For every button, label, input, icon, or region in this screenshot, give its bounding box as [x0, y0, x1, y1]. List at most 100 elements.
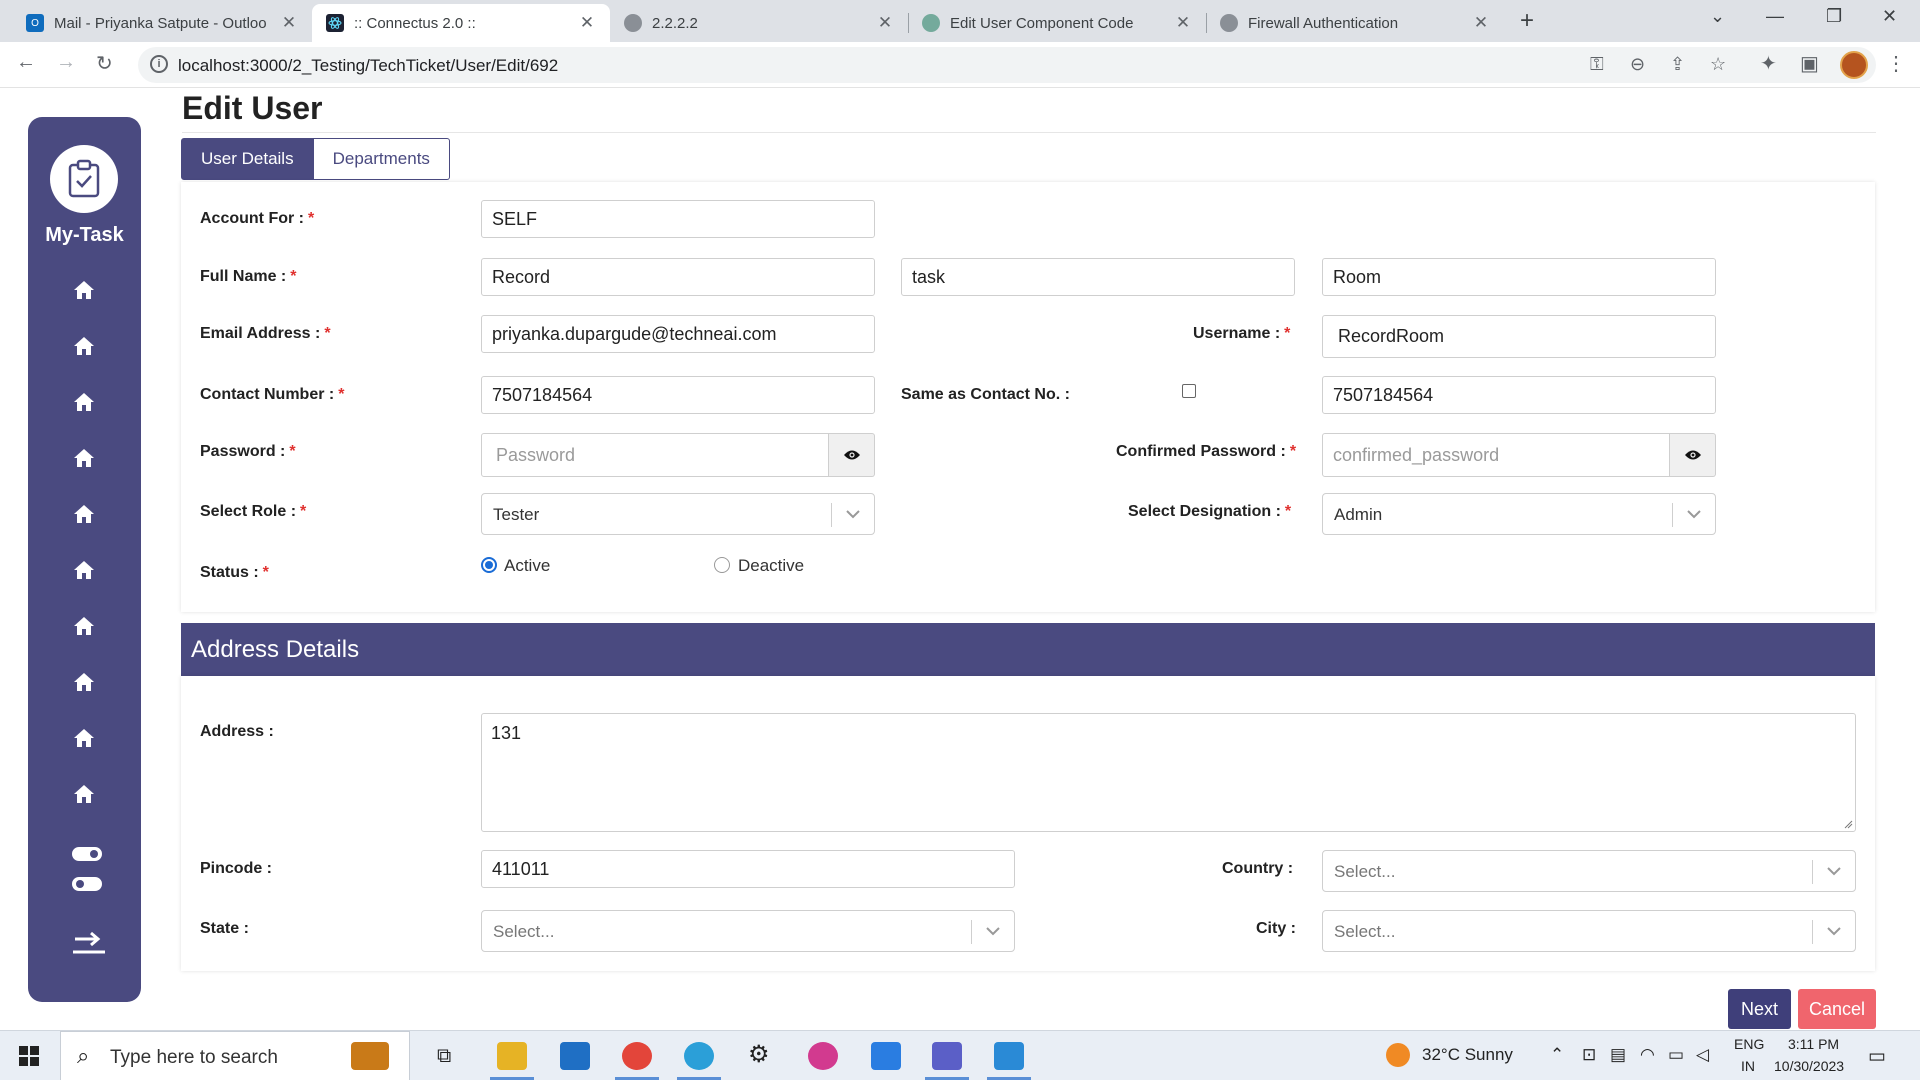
username-input[interactable]: RecordRoom [1322, 315, 1716, 358]
home-icon[interactable] [70, 334, 98, 358]
reload-icon[interactable]: ↻ [96, 51, 113, 76]
close-icon[interactable]: ✕ [1174, 13, 1192, 33]
home-icon[interactable] [70, 502, 98, 526]
country-select[interactable]: Select... [1322, 850, 1856, 892]
menu-kebab-icon[interactable]: ⋮ [1886, 51, 1906, 76]
tab-user-details[interactable]: User Details [181, 138, 314, 180]
contact-number-input[interactable]: 7507184564 [481, 376, 875, 414]
password-input[interactable]: Password [481, 433, 829, 477]
show-password-eye-icon[interactable] [829, 433, 875, 477]
site-info-icon[interactable]: i [150, 55, 168, 73]
settings-gear-icon[interactable]: ⚙ [748, 1040, 770, 1069]
briefcase-icon[interactable] [351, 1042, 389, 1070]
browser-tab-chatgpt[interactable]: Edit User Component Code ✕ [908, 4, 1206, 42]
alternate-contact-input[interactable]: 7507184564 [1322, 376, 1716, 414]
home-icon[interactable] [70, 782, 98, 806]
zoom-icon[interactable]: ⊖ [1630, 54, 1645, 75]
chevron-down-icon[interactable] [983, 921, 1003, 941]
logout-icon[interactable] [71, 927, 107, 955]
wifi-icon[interactable]: ◠ [1640, 1045, 1655, 1065]
status-deactive-radio[interactable] [714, 557, 730, 573]
side-panel-icon[interactable]: ▣ [1800, 51, 1819, 76]
designation-select[interactable]: Admin [1322, 493, 1716, 535]
notifications-icon[interactable]: ▭ [1868, 1045, 1886, 1068]
profile-avatar[interactable] [1840, 51, 1868, 79]
file-explorer-icon[interactable] [497, 1042, 527, 1070]
back-icon[interactable]: ← [16, 51, 36, 74]
confirmed-password-input[interactable]: confirmed_password [1322, 433, 1670, 477]
taskbar-search-box[interactable]: ⌕ Type here to search [60, 1031, 410, 1080]
theme-toggle-icon[interactable] [72, 847, 102, 861]
dbeaver-icon[interactable] [871, 1042, 901, 1070]
mail-icon[interactable] [560, 1042, 590, 1070]
url-text[interactable]: localhost:3000/2_Testing/TechTicket/User… [178, 56, 558, 76]
middle-name-input[interactable]: task [901, 258, 1295, 296]
browser-tab-firewall[interactable]: Firewall Authentication ✕ [1206, 4, 1504, 42]
status-active-label[interactable]: Active [504, 556, 550, 576]
forward-icon[interactable]: → [56, 51, 76, 74]
chevron-down-icon[interactable] [1684, 504, 1704, 524]
resize-grip-icon[interactable] [1843, 819, 1853, 829]
close-window-icon[interactable]: ✕ [1882, 6, 1897, 27]
share-icon[interactable]: ⇪ [1670, 54, 1685, 75]
close-icon[interactable]: ✕ [280, 13, 298, 33]
home-icon[interactable] [70, 614, 98, 638]
city-select[interactable]: Select... [1322, 910, 1856, 952]
home-icon[interactable] [70, 446, 98, 470]
camera-icon[interactable]: ⊡ [1582, 1045, 1596, 1065]
weather-text[interactable]: 32°C Sunny [1422, 1045, 1513, 1065]
clock-date[interactable]: 10/30/2023 [1774, 1058, 1844, 1074]
same-as-contact-checkbox[interactable] [1182, 384, 1196, 398]
wps-icon[interactable] [808, 1042, 838, 1070]
extensions-icon[interactable]: ✦ [1760, 51, 1777, 76]
teams-icon[interactable] [932, 1042, 962, 1070]
new-tab-icon[interactable]: + [1520, 7, 1534, 35]
theme-toggle-icon[interactable] [72, 877, 102, 891]
task-view-icon[interactable]: ⧉ [437, 1045, 451, 1068]
restore-icon[interactable]: ❐ [1826, 6, 1842, 27]
bookmark-star-icon[interactable]: ☆ [1710, 54, 1726, 75]
windows-start-icon[interactable] [19, 1046, 39, 1071]
vscode-icon[interactable] [994, 1042, 1024, 1070]
address-textarea[interactable]: 131 [481, 713, 1856, 832]
chevron-down-icon[interactable] [1824, 861, 1844, 881]
browser-tab-ip[interactable]: 2.2.2.2 ✕ [610, 4, 908, 42]
state-select[interactable]: Select... [481, 910, 1015, 952]
close-icon[interactable]: ✕ [1472, 13, 1490, 33]
tab-departments[interactable]: Departments [313, 138, 450, 180]
edge-icon[interactable] [684, 1042, 714, 1070]
first-name-input[interactable]: Record [481, 258, 875, 296]
close-icon[interactable]: ✕ [578, 13, 596, 33]
status-active-radio[interactable] [481, 557, 497, 573]
last-name-input[interactable]: Room [1322, 258, 1716, 296]
browser-tab-outlook[interactable]: O Mail - Priyanka Satpute - Outloo ✕ [12, 4, 312, 42]
email-input[interactable]: priyanka.dupargude@techneai.com [481, 315, 875, 353]
status-deactive-label[interactable]: Deactive [738, 556, 804, 576]
chevron-down-icon[interactable] [843, 504, 863, 524]
home-icon[interactable] [70, 278, 98, 302]
cancel-button[interactable]: Cancel [1798, 989, 1876, 1029]
account-for-input[interactable]: SELF [481, 200, 875, 238]
clock-time[interactable]: 3:11 PM [1788, 1036, 1839, 1052]
home-icon[interactable] [70, 726, 98, 750]
close-icon[interactable]: ✕ [876, 13, 894, 33]
battery-icon[interactable]: ▭ [1668, 1045, 1684, 1065]
volume-icon[interactable]: ◁ [1696, 1045, 1709, 1065]
language-text[interactable]: ENG [1734, 1036, 1764, 1052]
home-icon[interactable] [70, 390, 98, 414]
key-icon[interactable]: ⚿ [1590, 54, 1604, 75]
chevron-up-icon[interactable]: ⌃ [1550, 1045, 1564, 1065]
next-button[interactable]: Next [1728, 989, 1791, 1029]
role-select[interactable]: Tester [481, 493, 875, 535]
show-confirmed-password-eye-icon[interactable] [1670, 433, 1716, 477]
browser-tab-connectus[interactable]: :: Connectus 2.0 :: ✕ [312, 4, 610, 42]
tab-search-icon[interactable]: ⌄ [1710, 6, 1725, 27]
region-text[interactable]: IN [1741, 1058, 1755, 1074]
minimize-icon[interactable]: — [1766, 6, 1784, 27]
home-icon[interactable] [70, 670, 98, 694]
pincode-input[interactable]: 411011 [481, 850, 1015, 888]
chrome-icon[interactable] [622, 1042, 652, 1070]
display-icon[interactable]: ▤ [1610, 1045, 1626, 1065]
chevron-down-icon[interactable] [1824, 921, 1844, 941]
home-icon[interactable] [70, 558, 98, 582]
